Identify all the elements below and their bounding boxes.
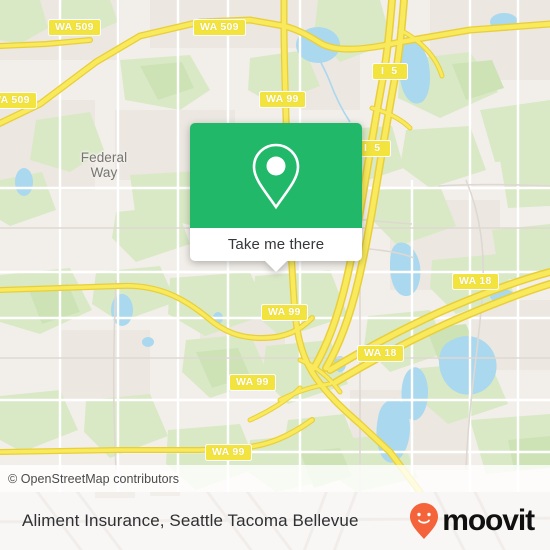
attribution-text[interactable]: © OpenStreetMap contributors bbox=[0, 472, 179, 486]
map-canvas[interactable]: Federal Way WA 509 WA 509 WA 509 WA 99 I… bbox=[0, 0, 550, 492]
take-me-there-button[interactable]: Take me there bbox=[228, 236, 324, 253]
footer-bar: Aliment Insurance, Seattle Tacoma Bellev… bbox=[0, 492, 550, 550]
highway-shield-wa18-2[interactable]: WA 18 bbox=[357, 345, 404, 362]
highway-shield-wa99-4[interactable]: WA 99 bbox=[205, 444, 252, 461]
popup-pointer-triangle bbox=[265, 261, 287, 272]
highway-shield-wa509-2[interactable]: WA 509 bbox=[193, 19, 246, 36]
moovit-logo[interactable]: moovit bbox=[409, 502, 535, 540]
highway-shield-wa99-2[interactable]: WA 99 bbox=[261, 304, 308, 321]
highway-shield-wa18-1[interactable]: WA 18 bbox=[452, 273, 499, 290]
highway-shield-wa509-3[interactable]: WA 509 bbox=[0, 92, 37, 109]
highway-shield-i5-1[interactable]: I 5 bbox=[372, 63, 409, 80]
popup-footer[interactable]: Take me there bbox=[190, 228, 362, 261]
moovit-wordmark: moovit bbox=[442, 504, 535, 537]
page-title: Aliment Insurance, Seattle Tacoma Bellev… bbox=[22, 511, 359, 530]
highway-shield-wa509-1[interactable]: WA 509 bbox=[48, 19, 101, 36]
moovit-pin-icon bbox=[410, 503, 439, 539]
map-attribution-bar: © OpenStreetMap contributors bbox=[0, 465, 550, 492]
highway-shield-wa99-3[interactable]: WA 99 bbox=[229, 374, 276, 391]
highway-shield-wa99-1[interactable]: WA 99 bbox=[259, 91, 306, 108]
location-popup-card[interactable]: Take me there bbox=[190, 123, 362, 272]
map-pin-icon bbox=[252, 143, 300, 209]
moovit-map-screenshot: Federal Way WA 509 WA 509 WA 509 WA 99 I… bbox=[0, 0, 550, 550]
popup-header bbox=[190, 123, 362, 228]
